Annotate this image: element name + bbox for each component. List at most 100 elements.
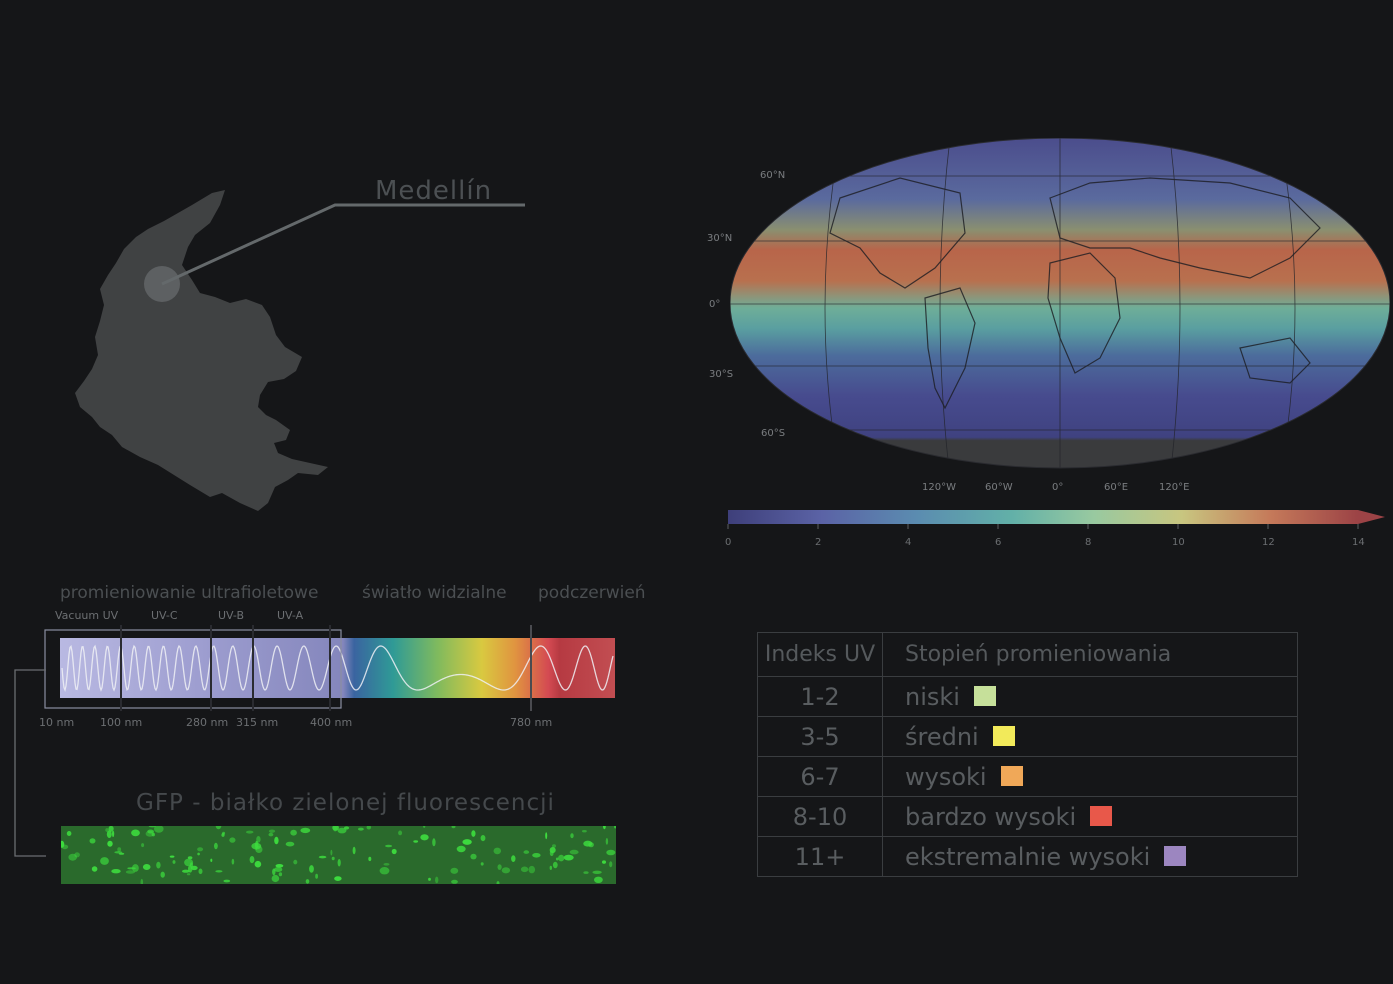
fluorescent-spot <box>480 835 486 842</box>
fluorescent-spot <box>420 834 429 841</box>
table-row: 6-7 wysoki <box>757 756 1298 797</box>
fluorescent-spot <box>583 871 589 874</box>
world-uv-map <box>730 138 1390 469</box>
fluorescent-spot <box>501 867 511 874</box>
fluorescent-spot <box>511 855 516 862</box>
fluorescent-spot <box>432 838 436 847</box>
fluorescent-spot <box>186 873 191 876</box>
radiation-level-cell: niski <box>882 676 1298 717</box>
colorbar-tick-label: 10 <box>1172 537 1185 548</box>
fluorescent-spot <box>142 864 151 870</box>
fluorescent-spot <box>583 840 593 847</box>
ir-band-label: podczerwień <box>538 583 646 603</box>
table-header-row: Indeks UV Stopień promieniowania <box>757 632 1298 677</box>
electromagnetic-spectrum-bar <box>44 625 615 711</box>
fluorescent-spot <box>132 864 139 872</box>
fluorescent-spot <box>246 830 254 834</box>
fluorescent-spot <box>117 847 122 852</box>
level-color-swatch <box>1090 805 1113 826</box>
colorbar-tick-label: 2 <box>815 537 822 548</box>
fluorescent-spot <box>190 865 198 871</box>
fluorescent-spot <box>413 840 419 843</box>
colorbar-tick-label: 6 <box>995 537 1002 548</box>
uv-c-label: UV-C <box>151 609 178 622</box>
lon-label-120w: 120°W <box>922 482 956 493</box>
fluorescent-spot <box>214 842 218 850</box>
table-row: 1-2 niski <box>757 676 1298 717</box>
lon-label-0: 0° <box>1052 482 1064 493</box>
fluorescent-spot <box>594 876 603 883</box>
fluorescent-spot <box>398 830 403 836</box>
fluorescent-spot <box>383 863 390 866</box>
fluorescent-spot <box>549 865 552 870</box>
fluorescent-spot <box>156 861 161 869</box>
lon-label-120e: 120°E <box>1159 482 1190 493</box>
fluorescent-spot <box>563 854 574 861</box>
uv-index-table: Indeks UV Stopień promieniowania 1-2 nis… <box>757 632 1298 877</box>
table-row: 11+ ekstremalnie wysoki <box>757 836 1298 877</box>
radiation-level-cell: bardzo wysoki <box>882 796 1298 837</box>
lat-label-30s: 30°S <box>709 369 734 380</box>
fluorescent-spot <box>523 850 530 854</box>
colorbar-tick-label: 12 <box>1262 537 1275 548</box>
fluorescent-spot <box>470 853 477 860</box>
fluorescent-spot <box>558 854 565 862</box>
vacuum-uv-label: Vacuum UV <box>55 609 119 622</box>
fluorescent-spot <box>210 858 213 862</box>
fluorescent-spot <box>358 827 364 831</box>
fluorescent-spot <box>606 849 616 856</box>
uv-index-value: 3-5 <box>757 716 883 757</box>
fluorescent-spot <box>569 849 579 855</box>
fluorescent-spot <box>435 876 439 884</box>
fluorescent-spot <box>141 843 145 848</box>
fluorescent-spot <box>107 840 113 847</box>
fluorescent-spot <box>272 868 276 876</box>
wavelength-100nm: 100 nm <box>100 716 143 729</box>
fluorescent-spot <box>609 861 613 868</box>
fluorescent-spot <box>268 829 276 833</box>
medellin-label: Medellín <box>375 176 493 206</box>
uv-colorbar <box>727 510 1385 529</box>
fluorescent-spot <box>229 837 236 843</box>
fluorescent-spot <box>274 836 279 845</box>
fluorescent-spot <box>198 868 203 875</box>
fluorescent-spot <box>184 858 194 867</box>
fluorescent-spot <box>318 855 327 859</box>
fluorescent-spot <box>221 833 225 837</box>
level-color-swatch <box>1000 765 1023 786</box>
fluorescent-spot <box>337 859 341 867</box>
level-color-swatch <box>1164 845 1187 866</box>
fluorescent-spot <box>290 829 297 836</box>
fluorescent-spot <box>271 874 280 883</box>
wavelength-400nm: 400 nm <box>310 716 353 729</box>
fluorescent-spot <box>223 879 231 883</box>
lon-label-60w: 60°W <box>985 482 1013 493</box>
uv-index-value: 1-2 <box>757 676 883 717</box>
medellin-leader-line <box>161 203 525 286</box>
fluorescent-spot <box>91 866 98 872</box>
radiation-level-text: ekstremalnie wysoki <box>905 842 1151 871</box>
fluorescent-spot <box>112 830 115 837</box>
fluorescent-spot <box>114 851 123 854</box>
wavelength-280nm: 280 nm <box>186 716 229 729</box>
fluorescent-spot <box>293 859 298 865</box>
fluorescent-spot <box>74 852 80 858</box>
fluorescent-spot <box>391 848 397 855</box>
fluorescent-spot <box>592 870 602 874</box>
fluorescent-spot <box>255 845 263 853</box>
fluorescent-spot <box>570 833 574 839</box>
table-row: 8-10 bardzo wysoki <box>757 796 1298 837</box>
colombia-shape <box>75 190 328 511</box>
fluorescent-spot <box>145 830 155 837</box>
fluorescent-spot <box>197 852 200 856</box>
fluorescent-spot <box>368 856 372 862</box>
colorbar-tick-label: 8 <box>1085 537 1092 548</box>
fluorescent-spot <box>343 826 350 830</box>
fluorescent-spot <box>462 839 472 845</box>
fluorescent-spot <box>249 856 255 864</box>
fluorescent-spot <box>275 864 284 868</box>
radiation-level-text: bardzo wysoki <box>905 802 1077 831</box>
fluorescent-spot <box>315 873 318 879</box>
wavelength-780nm: 780 nm <box>510 716 553 729</box>
uv-index-value: 8-10 <box>757 796 883 837</box>
